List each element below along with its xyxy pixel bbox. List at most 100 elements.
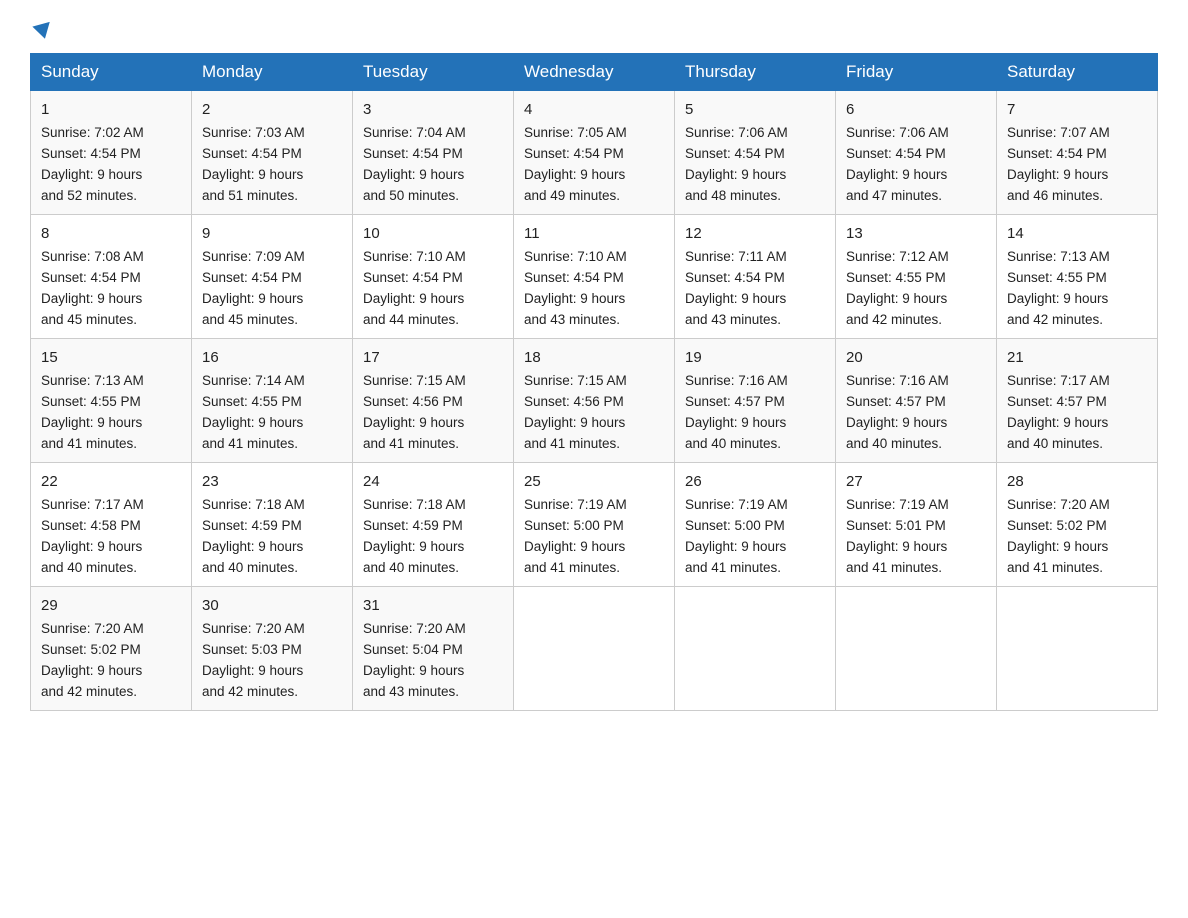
daylight-label: Daylight: 9 hours [524,539,625,554]
daylight-label: Daylight: 9 hours [202,663,303,678]
sunset-label: Sunset: 5:00 PM [524,518,624,533]
daylight-label: Daylight: 9 hours [1007,539,1108,554]
day-number: 18 [524,346,664,369]
daylight-minutes: and 41 minutes. [41,436,137,451]
sunset-label: Sunset: 4:57 PM [685,394,785,409]
day-number: 31 [363,594,503,617]
day-number: 15 [41,346,181,369]
sunset-label: Sunset: 4:59 PM [202,518,302,533]
calendar-cell: 2 Sunrise: 7:03 AM Sunset: 4:54 PM Dayli… [192,91,353,215]
day-number: 17 [363,346,503,369]
daylight-minutes: and 40 minutes. [41,560,137,575]
sunset-label: Sunset: 4:54 PM [363,270,463,285]
daylight-minutes: and 40 minutes. [685,436,781,451]
calendar-cell: 5 Sunrise: 7:06 AM Sunset: 4:54 PM Dayli… [675,91,836,215]
sunrise-label: Sunrise: 7:16 AM [846,373,949,388]
daylight-minutes: and 50 minutes. [363,188,459,203]
daylight-minutes: and 41 minutes. [524,436,620,451]
sunset-label: Sunset: 4:54 PM [1007,146,1107,161]
day-number: 3 [363,98,503,121]
calendar-cell: 22 Sunrise: 7:17 AM Sunset: 4:58 PM Dayl… [31,462,192,586]
day-header-monday: Monday [192,54,353,91]
sunset-label: Sunset: 4:54 PM [524,146,624,161]
day-number: 8 [41,222,181,245]
daylight-label: Daylight: 9 hours [41,415,142,430]
sunset-label: Sunset: 4:54 PM [363,146,463,161]
sunrise-label: Sunrise: 7:17 AM [1007,373,1110,388]
sunrise-label: Sunrise: 7:20 AM [202,621,305,636]
sunset-label: Sunset: 4:54 PM [846,146,946,161]
daylight-label: Daylight: 9 hours [685,539,786,554]
sunset-label: Sunset: 4:55 PM [41,394,141,409]
page-header [30,24,1158,39]
calendar-cell: 23 Sunrise: 7:18 AM Sunset: 4:59 PM Dayl… [192,462,353,586]
daylight-label: Daylight: 9 hours [202,167,303,182]
daylight-minutes: and 45 minutes. [41,312,137,327]
daylight-label: Daylight: 9 hours [685,291,786,306]
daylight-minutes: and 45 minutes. [202,312,298,327]
sunrise-label: Sunrise: 7:19 AM [846,497,949,512]
sunrise-label: Sunrise: 7:15 AM [524,373,627,388]
calendar-cell: 31 Sunrise: 7:20 AM Sunset: 5:04 PM Dayl… [353,586,514,710]
day-number: 7 [1007,98,1147,121]
sunset-label: Sunset: 4:57 PM [846,394,946,409]
sunset-label: Sunset: 5:02 PM [41,642,141,657]
sunset-label: Sunset: 4:55 PM [846,270,946,285]
sunrise-label: Sunrise: 7:18 AM [202,497,305,512]
calendar-cell: 13 Sunrise: 7:12 AM Sunset: 4:55 PM Dayl… [836,214,997,338]
calendar-cell: 6 Sunrise: 7:06 AM Sunset: 4:54 PM Dayli… [836,91,997,215]
daylight-label: Daylight: 9 hours [363,539,464,554]
calendar-cell: 3 Sunrise: 7:04 AM Sunset: 4:54 PM Dayli… [353,91,514,215]
daylight-minutes: and 44 minutes. [363,312,459,327]
day-number: 22 [41,470,181,493]
sunrise-label: Sunrise: 7:07 AM [1007,125,1110,140]
calendar-cell: 30 Sunrise: 7:20 AM Sunset: 5:03 PM Dayl… [192,586,353,710]
calendar-week-4: 22 Sunrise: 7:17 AM Sunset: 4:58 PM Dayl… [31,462,1158,586]
calendar-cell: 10 Sunrise: 7:10 AM Sunset: 4:54 PM Dayl… [353,214,514,338]
day-number: 2 [202,98,342,121]
daylight-minutes: and 41 minutes. [363,436,459,451]
calendar-cell: 29 Sunrise: 7:20 AM Sunset: 5:02 PM Dayl… [31,586,192,710]
calendar-cell: 7 Sunrise: 7:07 AM Sunset: 4:54 PM Dayli… [997,91,1158,215]
sunset-label: Sunset: 5:01 PM [846,518,946,533]
sunrise-label: Sunrise: 7:19 AM [685,497,788,512]
day-number: 4 [524,98,664,121]
daylight-minutes: and 42 minutes. [41,684,137,699]
sunrise-label: Sunrise: 7:15 AM [363,373,466,388]
calendar-cell: 19 Sunrise: 7:16 AM Sunset: 4:57 PM Dayl… [675,338,836,462]
daylight-label: Daylight: 9 hours [846,539,947,554]
calendar-cell: 17 Sunrise: 7:15 AM Sunset: 4:56 PM Dayl… [353,338,514,462]
sunset-label: Sunset: 4:54 PM [202,146,302,161]
daylight-minutes: and 46 minutes. [1007,188,1103,203]
daylight-minutes: and 51 minutes. [202,188,298,203]
daylight-label: Daylight: 9 hours [524,167,625,182]
day-number: 14 [1007,222,1147,245]
calendar-cell: 28 Sunrise: 7:20 AM Sunset: 5:02 PM Dayl… [997,462,1158,586]
day-number: 1 [41,98,181,121]
logo-triangle-icon [32,22,53,41]
daylight-minutes: and 43 minutes. [363,684,459,699]
day-header-sunday: Sunday [31,54,192,91]
daylight-label: Daylight: 9 hours [524,291,625,306]
daylight-label: Daylight: 9 hours [41,539,142,554]
sunrise-label: Sunrise: 7:20 AM [1007,497,1110,512]
calendar-cell: 21 Sunrise: 7:17 AM Sunset: 4:57 PM Dayl… [997,338,1158,462]
sunset-label: Sunset: 4:56 PM [363,394,463,409]
daylight-minutes: and 41 minutes. [524,560,620,575]
calendar-cell: 9 Sunrise: 7:09 AM Sunset: 4:54 PM Dayli… [192,214,353,338]
daylight-label: Daylight: 9 hours [685,415,786,430]
daylight-minutes: and 40 minutes. [363,560,459,575]
daylight-label: Daylight: 9 hours [363,663,464,678]
day-header-saturday: Saturday [997,54,1158,91]
daylight-minutes: and 41 minutes. [846,560,942,575]
calendar-header: SundayMondayTuesdayWednesdayThursdayFrid… [31,54,1158,91]
sunrise-label: Sunrise: 7:02 AM [41,125,144,140]
day-number: 28 [1007,470,1147,493]
daylight-label: Daylight: 9 hours [846,291,947,306]
sunset-label: Sunset: 5:02 PM [1007,518,1107,533]
sunrise-label: Sunrise: 7:10 AM [524,249,627,264]
sunset-label: Sunset: 4:55 PM [1007,270,1107,285]
calendar-cell: 4 Sunrise: 7:05 AM Sunset: 4:54 PM Dayli… [514,91,675,215]
logo [30,24,52,39]
daylight-label: Daylight: 9 hours [363,167,464,182]
